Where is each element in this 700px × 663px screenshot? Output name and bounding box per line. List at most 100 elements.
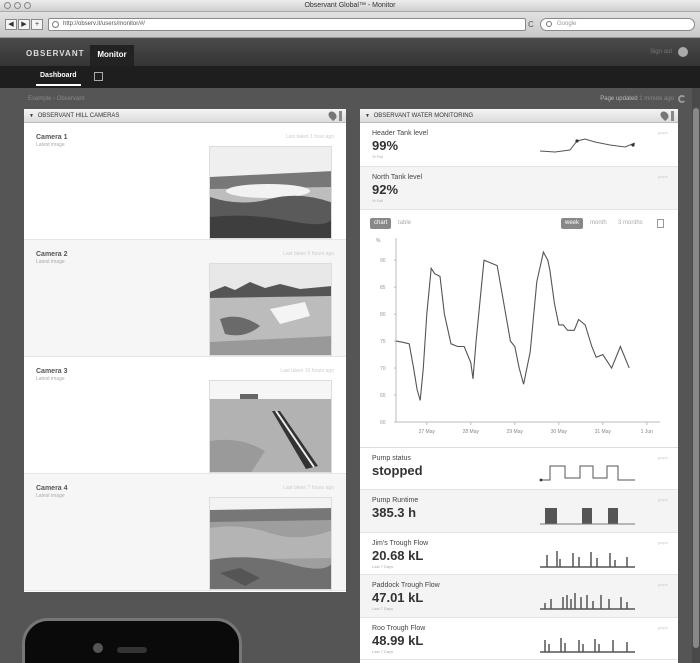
range-3-months-button[interactable]: 3 months <box>614 218 647 229</box>
export-icon[interactable] <box>657 219 664 228</box>
camera-name: Camera 4 <box>36 485 68 492</box>
paddock-trough-row[interactable]: Paddock Trough Flow 47.01 kL Last 7 Days… <box>360 575 678 618</box>
pump-status-graph-link[interactable]: graph <box>658 455 668 460</box>
cameras-panel-header[interactable]: ▼ OBSERVANT HILL CAMERAS <box>24 109 346 123</box>
search-icon <box>546 21 552 27</box>
camera-item[interactable]: Camera 4 Latest image Last taken 7 hours… <box>24 474 346 591</box>
x-tick-label: 27 May <box>419 429 436 435</box>
y-tick-label: 70 <box>380 366 386 372</box>
phone-camera-icon <box>93 643 103 653</box>
pin-icon[interactable] <box>326 109 339 122</box>
refresh-icon[interactable] <box>678 95 686 103</box>
paddock-trough-graph-link[interactable]: graph <box>658 582 668 587</box>
y-tick-label: 60 <box>380 420 386 426</box>
pump-status-row[interactable]: Pump status stopped graph <box>360 448 678 490</box>
collapse-caret-icon[interactable]: ▼ <box>365 113 370 119</box>
range-week-button[interactable]: week <box>561 218 584 229</box>
camera-image[interactable] <box>209 497 332 590</box>
observant-logo: OBSERVANT <box>26 49 85 58</box>
forward-button[interactable]: ▶ <box>18 19 30 30</box>
north-tank-value: 92% <box>372 182 399 197</box>
camera-name: Camera 2 <box>36 251 68 258</box>
y-axis-label: % <box>376 238 381 244</box>
north-tank-graph-link[interactable]: graph <box>658 174 668 179</box>
resize-handle-icon[interactable] <box>339 111 342 121</box>
tab-dashboard[interactable]: Dashboard <box>36 70 81 86</box>
x-tick-label: 31 May <box>595 429 612 435</box>
updated-ago: 1 minute ago <box>639 96 674 102</box>
roo-trough-row[interactable]: Roo Trough Flow 48.99 kL Last 7 Days gra… <box>360 618 678 660</box>
cameras-panel-tools <box>326 109 342 122</box>
y-tick-label: 75 <box>380 339 386 345</box>
jims-trough-label: Jim's Trough Flow <box>372 540 429 547</box>
camera-subtitle: Latest image <box>36 493 65 499</box>
jims-trough-row[interactable]: Jim's Trough Flow 20.68 kL Last 7 Days g… <box>360 533 678 575</box>
pump-runtime-row[interactable]: Pump Runtime 385.3 h graph <box>360 490 678 533</box>
globe-icon <box>52 21 59 28</box>
water-panel-title: OBSERVANT WATER MONITORING <box>373 113 474 119</box>
roo-trough-graph-link[interactable]: graph <box>658 625 668 630</box>
camera-image[interactable] <box>209 380 332 473</box>
updated-label: Page updated <box>600 96 638 102</box>
header-tank-row[interactable]: Header Tank level 99% % Full graph <box>360 123 678 167</box>
paddock-trough-period: Last 7 Days <box>372 606 394 611</box>
header-tank-graph-link[interactable]: graph <box>658 130 668 135</box>
window-controls <box>4 2 31 9</box>
header-tank-label: Header Tank level <box>372 130 428 137</box>
camera-timestamp: Last taken 10 hours ago <box>280 368 334 374</box>
zoom-window-button[interactable] <box>24 2 31 9</box>
minimize-window-button[interactable] <box>14 2 21 9</box>
back-button[interactable]: ◀ <box>5 19 17 30</box>
url-bar[interactable]: http://observ.it/users/monitor/#/ <box>48 18 526 31</box>
add-bookmark-button[interactable]: + <box>31 19 43 30</box>
scrollbar-thumb[interactable] <box>693 108 699 648</box>
camera-item[interactable]: Camera 2 Latest image Last taken 5 hours… <box>24 240 346 357</box>
x-tick-label: 30 May <box>551 429 568 435</box>
pin-icon[interactable] <box>658 109 671 122</box>
camera-item[interactable]: Camera 1 Latest image Last taken 1 hour … <box>24 123 346 240</box>
camera-name: Camera 1 <box>36 134 68 141</box>
range-month-button[interactable]: month <box>586 218 611 229</box>
pump-runtime-label: Pump Runtime <box>372 497 419 504</box>
jims-trough-value: 20.68 kL <box>372 548 424 563</box>
resize-handle-icon[interactable] <box>671 111 674 121</box>
header-tank-sparkline <box>539 138 636 153</box>
camera-item[interactable]: Camera 3 Latest image Last taken 10 hour… <box>24 357 346 474</box>
camera-image[interactable] <box>209 146 332 239</box>
table-view-button[interactable]: table <box>394 218 415 229</box>
scrollbar[interactable] <box>692 88 700 663</box>
camera-name: Camera 3 <box>36 368 68 375</box>
jims-trough-graph-link[interactable]: graph <box>658 540 668 545</box>
header-tank-unit: % Full <box>372 154 384 159</box>
search-input[interactable]: Google <box>540 18 695 31</box>
camera-image[interactable] <box>209 263 332 356</box>
line-chart-svg: % 60 65 70 75 80 85 90 27 May 28 May 29 May 30 May 3… <box>376 238 660 435</box>
chart-view-button[interactable]: chart <box>370 218 392 229</box>
north-tank-label: North Tank level <box>372 174 423 181</box>
paddock-trough-label: Paddock Trough Flow <box>372 582 440 589</box>
breadcrumb[interactable]: Example › Observant <box>28 96 84 102</box>
water-panel-header[interactable]: ▼ OBSERVANT WATER MONITORING <box>360 109 678 123</box>
power-icon[interactable] <box>678 47 688 57</box>
roo-trough-label: Roo Trough Flow <box>372 625 426 632</box>
camera-timestamp: Last taken 5 hours ago <box>283 251 334 257</box>
reload-button[interactable]: C <box>528 20 534 29</box>
url-text: http://observ.it/users/monitor/#/ <box>63 21 145 27</box>
camera-subtitle: Latest image <box>36 259 65 265</box>
paddock-trough-sparkline <box>540 593 635 610</box>
close-window-button[interactable] <box>4 2 11 9</box>
sign-out-link[interactable]: Sign out <box>650 49 672 55</box>
north-tank-row[interactable]: North Tank level 92% % Full graph <box>360 167 678 210</box>
pump-runtime-graph-link[interactable]: graph <box>658 497 668 502</box>
cameras-panel-title: OBSERVANT HILL CAMERAS <box>37 113 120 119</box>
y-tick-label: 85 <box>380 285 386 291</box>
roo-trough-period: Last 7 Days <box>372 649 394 654</box>
browser-toolbar: ◀ ▶ + http://observ.it/users/monitor/#/ … <box>0 12 700 38</box>
tank-level-chart: chart table week month 3 months % 60 65 70 7… <box>360 210 678 448</box>
tab-monitor[interactable]: Monitor <box>90 45 134 66</box>
collapse-caret-icon[interactable]: ▼ <box>29 113 34 119</box>
north-tank-unit: % Full <box>372 198 384 203</box>
map-icon[interactable] <box>94 72 103 81</box>
paddock-trough-value: 47.01 kL <box>372 590 424 605</box>
camera-subtitle: Latest image <box>36 376 65 382</box>
